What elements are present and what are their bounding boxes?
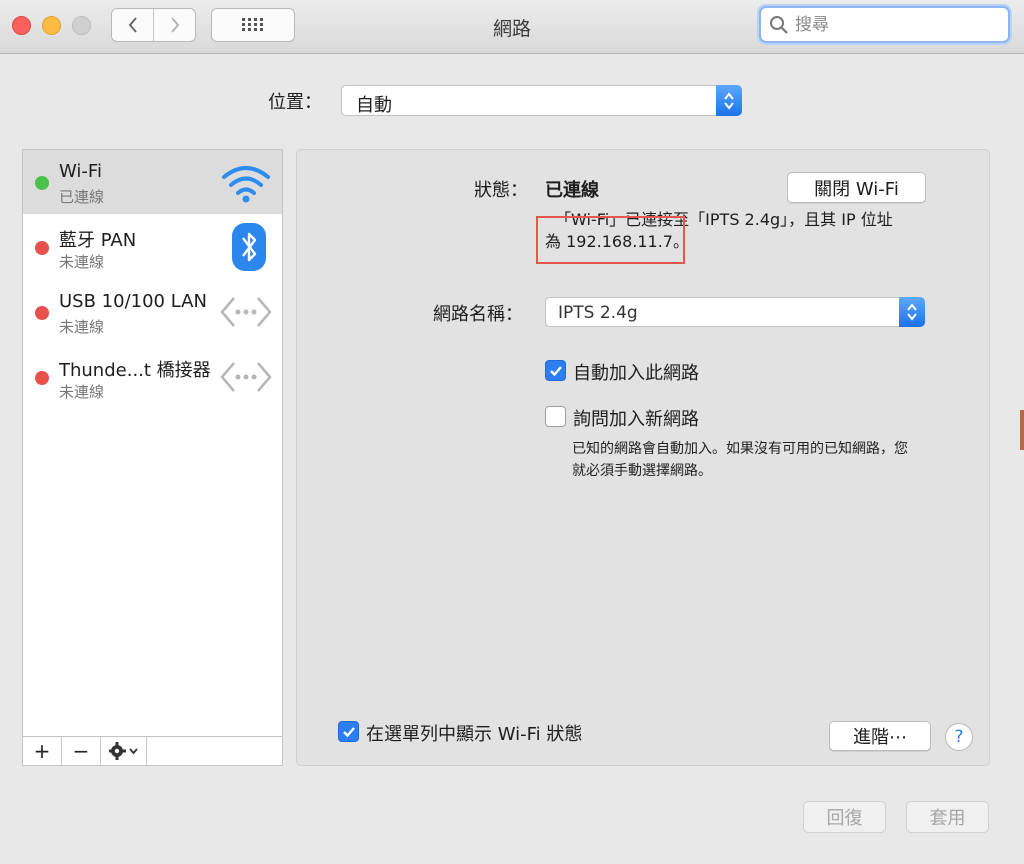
- search-icon: [770, 15, 788, 34]
- service-status: 未連線: [59, 318, 105, 336]
- revert-button[interactable]: 回復: [803, 801, 886, 833]
- auto-join-label[interactable]: 自動加入此網路: [573, 359, 699, 385]
- service-list: Wi-Fi 已連線 藍牙 PAN 未連線 USB 10/100 LAN 未連線 …: [22, 149, 283, 737]
- ask-join-checkbox[interactable]: [545, 406, 566, 427]
- checkmark-icon: [549, 365, 562, 376]
- service-name: Thunde...t 橋接器: [59, 360, 211, 381]
- location-stepper: [716, 85, 742, 116]
- advanced-button[interactable]: 進階⋯: [829, 721, 931, 751]
- service-item-wifi[interactable]: Wi-Fi 已連線: [23, 150, 282, 214]
- service-status: 未連線: [59, 253, 105, 271]
- title-bar: 網路: [0, 0, 1024, 54]
- show-all-button[interactable]: [211, 8, 295, 42]
- network-name-select[interactable]: IPTS 2.4g: [545, 297, 925, 327]
- close-window-button[interactable]: [12, 16, 31, 35]
- auto-join-checkbox[interactable]: [545, 360, 566, 381]
- service-name: 藍牙 PAN: [59, 230, 137, 251]
- apply-button[interactable]: 套用: [906, 801, 989, 833]
- turn-off-wifi-button[interactable]: 關閉 Wi-Fi: [787, 172, 926, 203]
- search-field[interactable]: [759, 6, 1010, 43]
- forward-button[interactable]: [153, 9, 195, 41]
- status-dot: [35, 371, 49, 385]
- annotation-box: [536, 216, 685, 264]
- service-name: Wi-Fi: [59, 161, 102, 182]
- add-service-button[interactable]: +: [23, 737, 62, 765]
- wifi-icon: [222, 166, 270, 203]
- status-dot: [35, 176, 49, 190]
- status-dot: [35, 306, 49, 320]
- network-name-stepper: [899, 297, 925, 327]
- minimize-window-button[interactable]: [42, 16, 61, 35]
- back-button[interactable]: [112, 9, 153, 41]
- location-value: 自動: [356, 95, 392, 116]
- status-label: 狀態：: [474, 180, 528, 201]
- grid-icon: [242, 18, 263, 31]
- service-item-usb-lan[interactable]: USB 10/100 LAN 未連線: [23, 280, 282, 344]
- search-input[interactable]: [795, 14, 995, 35]
- location-label: 位置：: [268, 92, 322, 113]
- status-value: 已連線: [545, 180, 599, 201]
- ethernet-icon: [220, 297, 272, 327]
- background-window-edge: [1020, 410, 1024, 450]
- service-name: USB 10/100 LAN: [59, 291, 207, 312]
- zoom-window-button[interactable]: [72, 16, 91, 35]
- service-status: 已連線: [59, 188, 105, 206]
- chevron-right-icon: [170, 17, 179, 33]
- up-down-arrows-icon: [907, 303, 917, 321]
- ask-join-note: 已知的網路會自動加入。如果沒有可用的已知網路，您就必須手動選擇網路。: [572, 441, 908, 479]
- remove-service-button[interactable]: −: [62, 737, 101, 765]
- network-name-value: IPTS 2.4g: [558, 303, 638, 323]
- show-status-checkbox[interactable]: [338, 721, 359, 742]
- status-dot: [35, 241, 49, 255]
- ask-join-label[interactable]: 詢問加入新網路: [573, 405, 699, 431]
- location-select[interactable]: 自動: [341, 85, 742, 116]
- network-name-label: 網路名稱：: [433, 304, 523, 325]
- service-item-bluetooth-pan[interactable]: 藍牙 PAN 未連線: [23, 215, 282, 279]
- action-menu-button[interactable]: [101, 737, 147, 765]
- bluetooth-icon: [232, 223, 266, 271]
- checkmark-icon: [342, 726, 355, 737]
- ethernet-icon: [220, 362, 272, 392]
- service-item-thunderbolt-bridge[interactable]: Thunde...t 橋接器 未連線: [23, 345, 282, 409]
- help-button[interactable]: ?: [945, 723, 973, 751]
- service-list-toolbar: + −: [22, 736, 283, 766]
- up-down-arrows-icon: [724, 91, 734, 110]
- show-status-label[interactable]: 在選單列中顯示 Wi-Fi 狀態: [366, 720, 582, 746]
- navigation-buttons: [111, 8, 196, 42]
- gear-icon: [109, 742, 126, 760]
- service-status: 未連線: [59, 383, 105, 401]
- chevron-down-icon: [129, 748, 138, 755]
- chevron-left-icon: [128, 17, 137, 33]
